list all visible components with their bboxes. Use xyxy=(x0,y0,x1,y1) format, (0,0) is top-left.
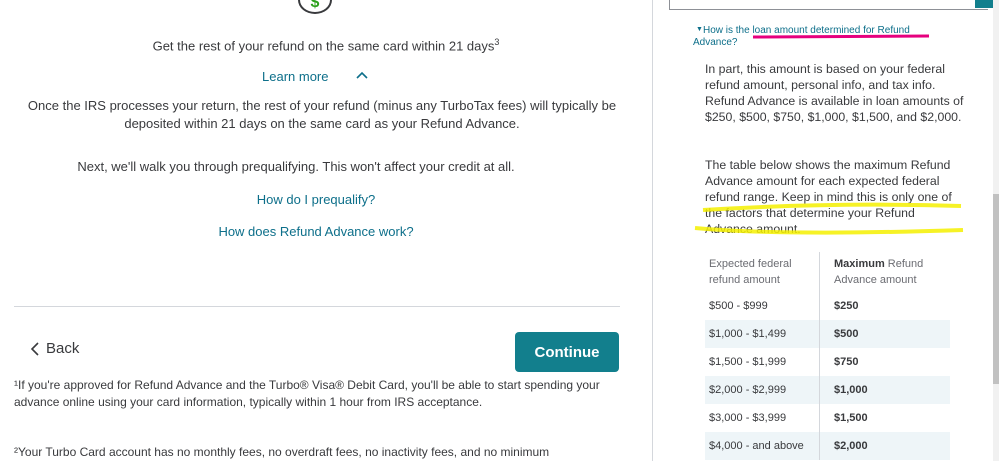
table-header: Expected federal refund amount Maximum R… xyxy=(705,252,950,292)
max-cell: $1,500 xyxy=(834,412,868,424)
yellow-highlight xyxy=(694,202,964,235)
main-panel: $ Get the rest of your refund on the sam… xyxy=(0,0,652,461)
footnote-ref: 3 xyxy=(494,37,500,47)
chevron-left-icon xyxy=(30,341,39,356)
back-button[interactable]: Back xyxy=(30,340,79,357)
max-cell: $2,000 xyxy=(834,440,868,452)
range-cell: $1,500 - $1,999 xyxy=(705,348,820,376)
back-label: Back xyxy=(46,340,80,357)
max-cell: $250 xyxy=(834,300,859,312)
range-cell: $500 - $999 xyxy=(705,292,820,320)
chevron-up-icon[interactable] xyxy=(355,70,369,80)
scrollbar-thumb[interactable] xyxy=(993,194,999,384)
refund-paragraph: Once the IRS processes your return, the … xyxy=(27,98,617,131)
table-row: $500 - $999 $250 xyxy=(705,292,950,320)
how-works-link[interactable]: How does Refund Advance work? xyxy=(0,224,642,239)
header-max-bold: Maximum xyxy=(834,258,885,270)
table-row: $3,000 - $3,999 $1,500 xyxy=(705,404,950,432)
learn-more-link[interactable]: Learn more xyxy=(262,69,328,84)
footnote-1: ¹If you're approved for Refund Advance a… xyxy=(14,378,600,409)
refund-table: Expected federal refund amount Maximum R… xyxy=(705,252,950,460)
prequalify-note: Next, we'll walk you through prequalifyi… xyxy=(77,159,515,174)
dollar-icon: $ xyxy=(298,0,332,14)
range-cell: $3,000 - $3,999 xyxy=(705,404,820,432)
magenta-annotation xyxy=(752,34,930,39)
prequalify-link[interactable]: How do I prequalify? xyxy=(0,192,642,207)
max-cell: $500 xyxy=(834,328,859,340)
header-refund-amount: Expected federal refund amount xyxy=(705,252,820,292)
divider xyxy=(14,306,620,307)
table-row: $2,000 - $2,999 $1,000 xyxy=(705,376,950,404)
same-card-text: Get the rest of your refund on the same … xyxy=(0,37,652,53)
help-panel: ▼ How is the loan amount determined for … xyxy=(653,0,999,461)
table-row: $1,500 - $1,999 $750 xyxy=(705,348,950,376)
table-row: $4,000 - and above $2,000 xyxy=(705,432,950,460)
table-row: $1,000 - $1,499 $500 xyxy=(705,320,950,348)
faq-answer-1: In part, this amount is based on your fe… xyxy=(705,62,964,124)
max-cell: $750 xyxy=(834,356,859,368)
max-cell: $1,000 xyxy=(834,384,868,396)
same-card-label: Get the rest of your refund on the same … xyxy=(152,38,495,54)
range-cell: $1,000 - $1,499 xyxy=(705,320,820,348)
range-cell: $2,000 - $2,999 xyxy=(705,376,820,404)
continue-button[interactable]: Continue xyxy=(515,332,619,372)
header-max-advance: Maximum Refund Advance amount xyxy=(820,252,951,292)
range-cell: $4,000 - and above xyxy=(705,432,820,460)
footnote-2: ²Your Turbo Card account has no monthly … xyxy=(14,445,550,459)
search-input[interactable] xyxy=(669,0,988,10)
